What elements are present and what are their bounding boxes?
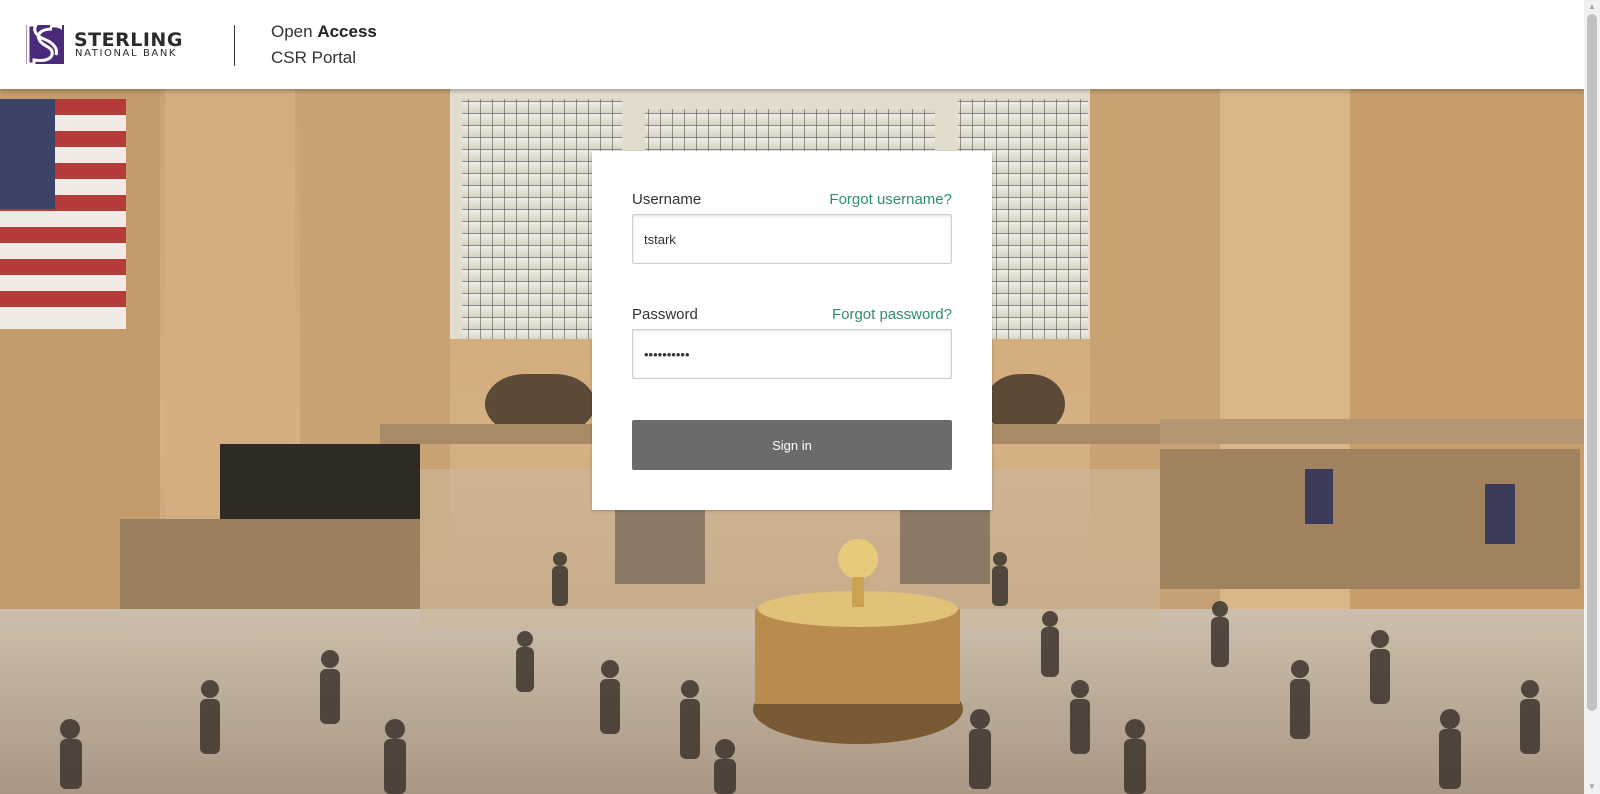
header-divider	[234, 25, 235, 66]
scrollbar-thumb[interactable]	[1587, 14, 1597, 711]
password-label: Password	[632, 306, 698, 323]
portal-subtitle: CSR Portal	[271, 48, 357, 67]
portal-title-prefix: Open	[271, 22, 313, 41]
username-input[interactable]	[632, 214, 952, 264]
login-card: Username Forgot username? Password Forgo…	[592, 151, 992, 510]
site-header: STERLING NATIONAL BANK Open Access CSR P…	[0, 0, 1584, 89]
scroll-up-icon[interactable]: ▲	[1584, 0, 1600, 14]
password-input[interactable]	[632, 329, 952, 379]
portal-title-strong: Access	[317, 22, 377, 41]
sign-in-button[interactable]: Sign in	[632, 420, 952, 470]
forgot-password-link[interactable]: Forgot password?	[832, 306, 952, 323]
forgot-username-link[interactable]: Forgot username?	[829, 191, 952, 208]
page-scrollbar[interactable]: ▲ ▼	[1584, 0, 1600, 794]
brand-subname: NATIONAL BANK	[75, 48, 178, 59]
portal-title: Open Access	[271, 22, 377, 42]
scroll-down-icon[interactable]: ▼	[1584, 780, 1600, 794]
sterling-logo-icon	[26, 25, 64, 64]
username-label: Username	[632, 191, 702, 208]
flag	[0, 99, 126, 329]
